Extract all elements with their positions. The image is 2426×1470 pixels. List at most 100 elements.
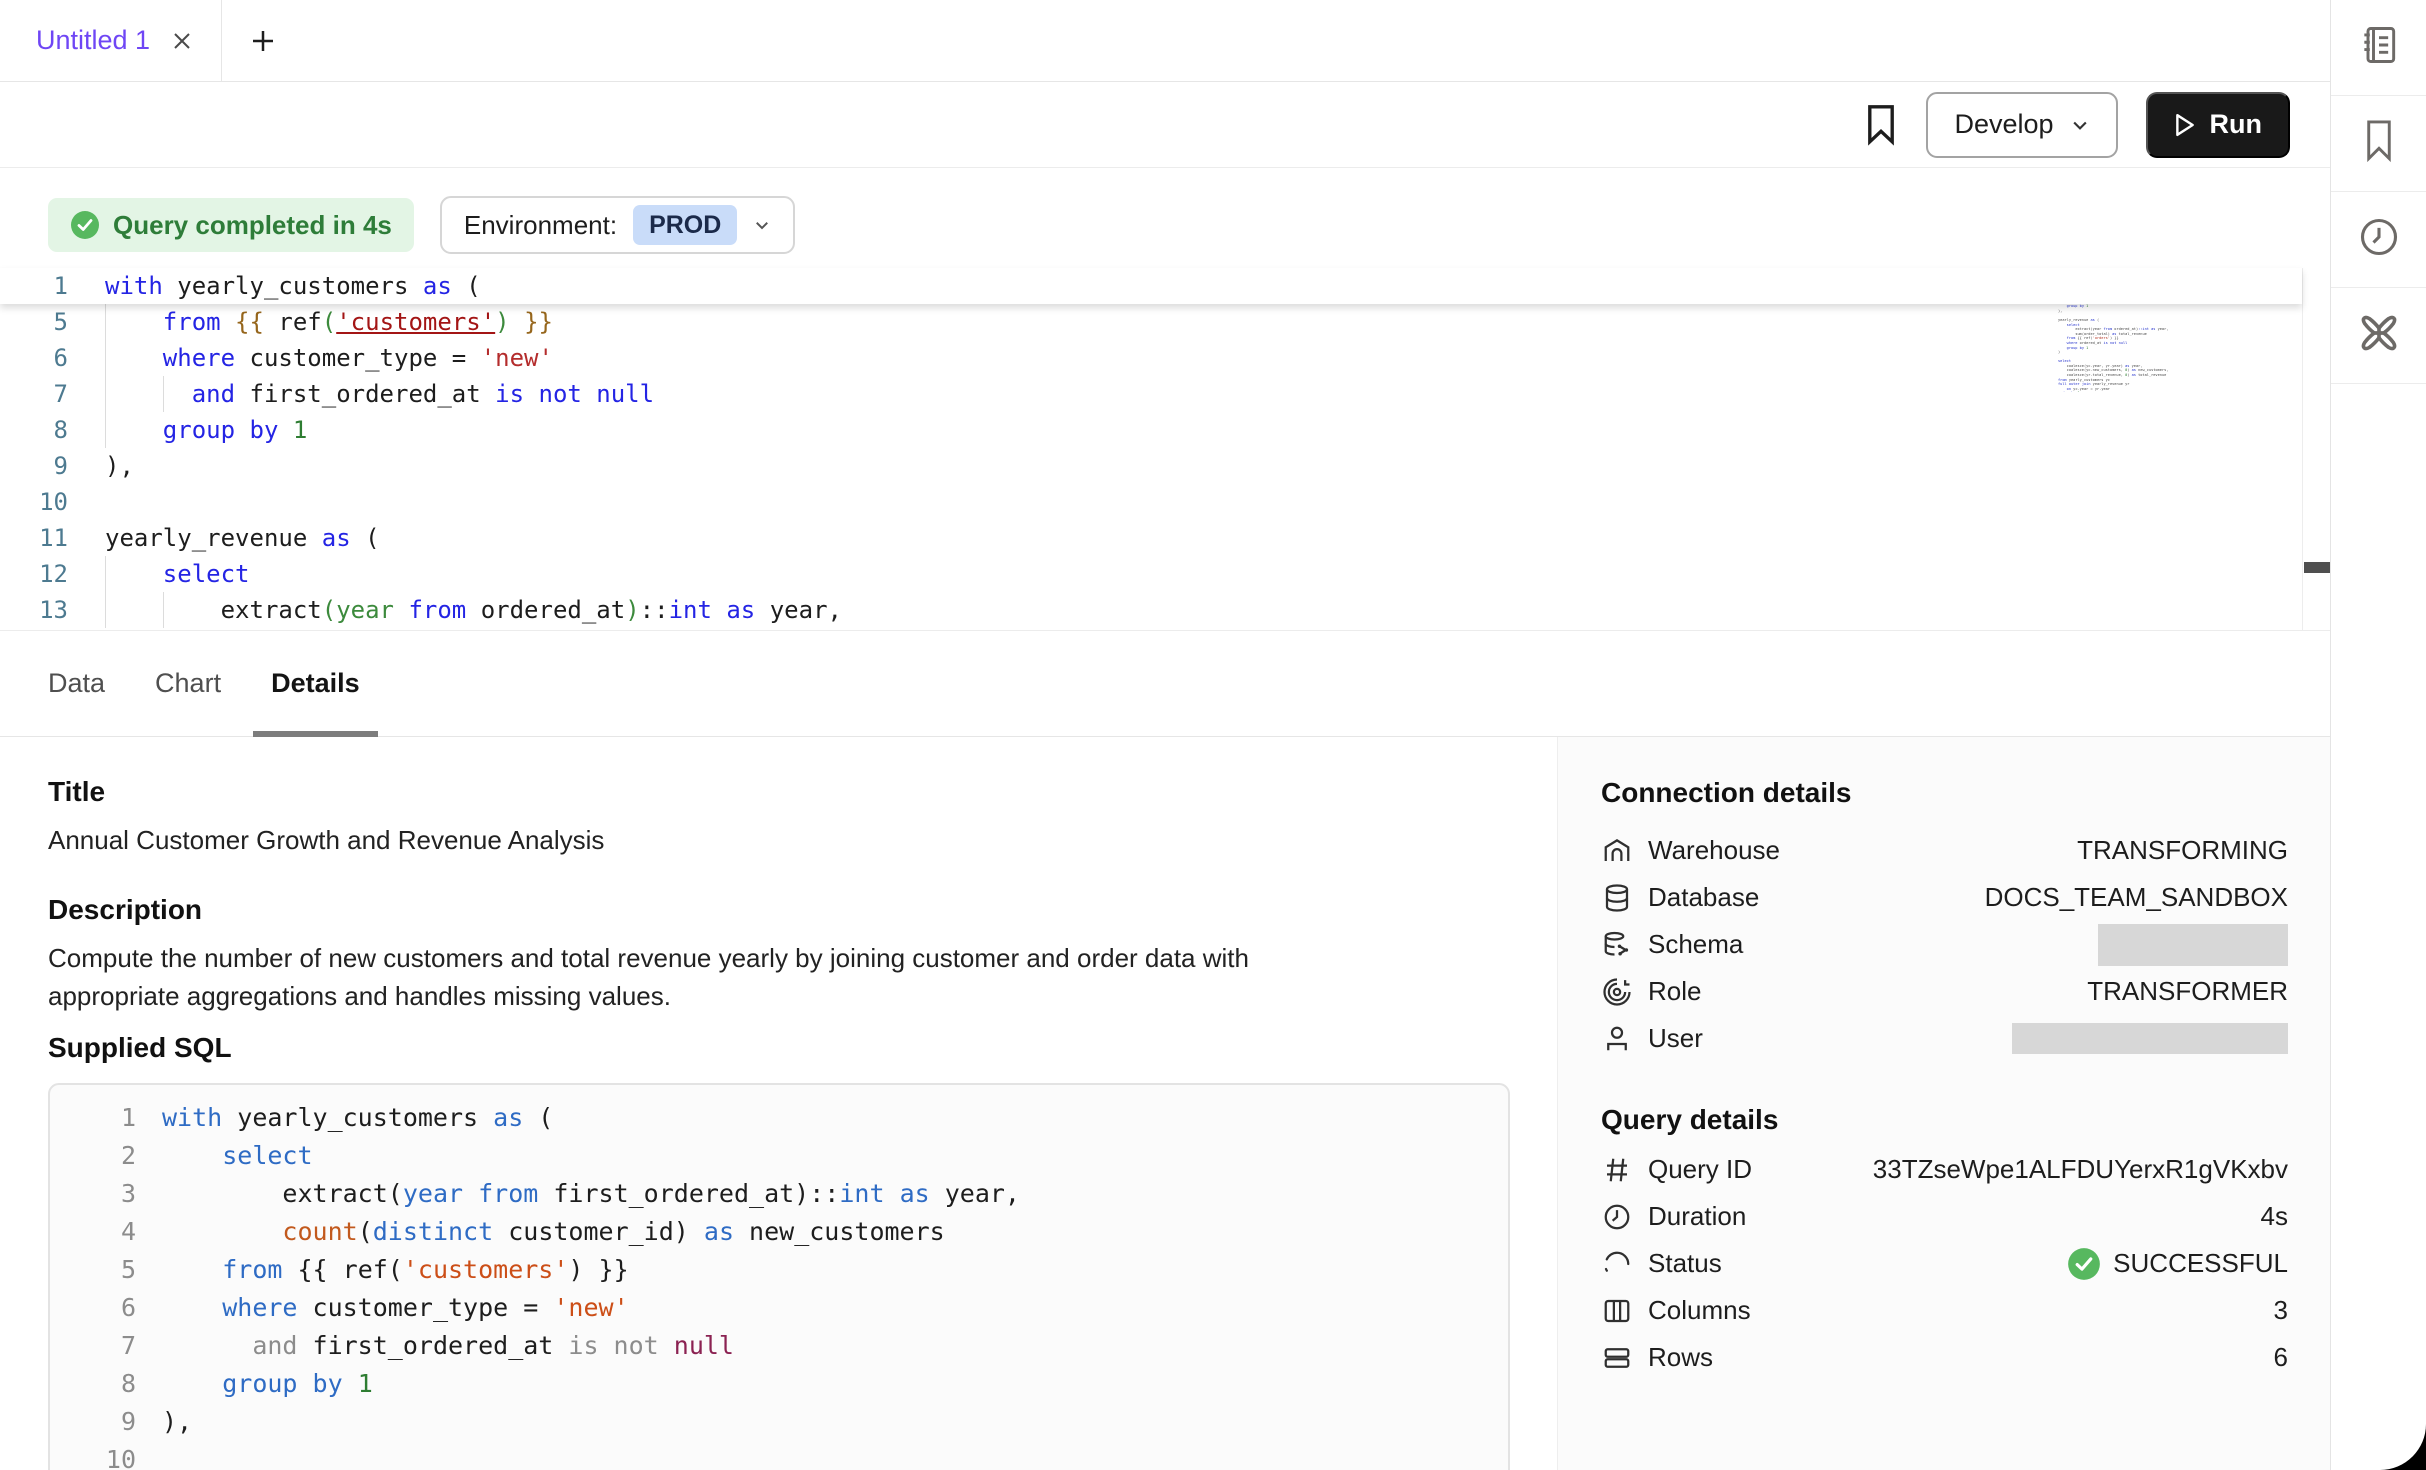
rows-icon [1601,1343,1633,1373]
code-text: with yearly_customers as ( [162,1099,553,1137]
new-tab-button[interactable] [222,0,278,81]
rail-button-lineage[interactable] [2331,288,2426,384]
code-line: 9), [70,1403,1508,1441]
code-text: extract(year from first_ordered_at)::int… [162,1175,1020,1213]
redacted-value [2098,924,2288,966]
code-text: group by 1 [162,1365,373,1403]
details-right-column: Connection details WarehouseTRANSFORMING… [1557,737,2330,1470]
line-number: 9 [70,1403,136,1441]
code-line: 6 where customer_type = 'new' [70,1289,1508,1327]
code-line: 12 select [0,556,2302,592]
check-circle-icon [70,210,100,240]
row-value: DOCS_TEAM_SANDBOX [1985,882,2288,913]
schema-icon [1601,930,1633,960]
tab-data[interactable]: Data [30,631,123,736]
editor-code-lines[interactable]: 1with yearly_customers as (5 from {{ ref… [0,268,2302,628]
indent-guide [105,592,106,628]
query-row-query-id: Query ID33TZseWpe1ALFDUYerxR1gVKxbv [1601,1146,2288,1193]
line-number: 7 [0,376,68,412]
code-text: select [105,556,250,592]
tab-untitled-1[interactable]: Untitled 1 [0,0,222,81]
editor-scrollbar[interactable] [2302,268,2330,630]
indent-guide [105,376,106,412]
results-tab-bar: DataChartDetails [0,630,2330,737]
details-left-column: Title Annual Customer Growth and Revenue… [0,737,1557,1470]
code-text: select [162,1137,313,1175]
code-text: where customer_type = 'new' [105,340,553,376]
spinner-icon [1601,1249,1633,1279]
rail-button-notebook[interactable] [2331,0,2426,96]
chevron-down-icon [2070,115,2090,135]
code-line: 10 [70,1441,1508,1470]
code-line: 4 count(distinct customer_id) as new_cus… [70,1213,1508,1251]
environment-select[interactable]: Environment: PROD [440,196,795,254]
details-panel: Title Annual Customer Growth and Revenue… [0,737,2330,1470]
bookmark-icon[interactable] [1864,104,1898,146]
bookmark-icon [2359,119,2399,168]
line-number: 4 [70,1213,136,1251]
code-line: 13 extract(year from ordered_at)::int as… [0,592,2302,628]
lineage-icon [2356,310,2402,361]
clock-icon [1601,1202,1633,1232]
tab-details[interactable]: Details [253,631,378,736]
line-number: 1 [70,1099,136,1137]
code-text: count(distinct customer_id) as new_custo… [162,1213,945,1251]
code-line: 11yearly_revenue as ( [0,520,2302,556]
code-line: 7 and first_ordered_at is not null [0,376,2302,412]
indent-guide [105,556,106,592]
line-number: 7 [70,1327,136,1365]
run-button[interactable]: Run [2146,92,2290,158]
description-value: Compute the number of new customers and … [48,939,1378,1015]
code-line: 2 select [70,1137,1508,1175]
query-row-status: StatusSUCCESSFUL [1601,1240,2288,1287]
code-line: 10 [0,484,2302,520]
line-number: 3 [70,1175,136,1213]
code-text: from {{ ref('customers') }} [162,1251,629,1289]
code-line: 8 group by 1 [70,1365,1508,1403]
row-label: Rows [1648,1342,1713,1373]
connection-row-role: RoleTRANSFORMER [1601,968,2288,1015]
title-heading: Title [48,775,1557,809]
row-label: Warehouse [1648,835,1780,866]
line-number: 6 [70,1289,136,1327]
develop-dropdown[interactable]: Develop [1926,92,2117,158]
line-number: 10 [70,1441,136,1470]
description-heading: Description [48,893,1557,927]
line-number: 2 [70,1137,136,1175]
indent-guide [105,340,106,376]
row-label: Schema [1648,929,1743,960]
main-area: Untitled 1 Develop Run [0,0,2330,1470]
row-label: Columns [1648,1295,1751,1326]
close-tab-icon[interactable] [170,29,194,53]
tab-label: Untitled 1 [36,25,150,56]
connection-row-user: User [1601,1015,2288,1062]
supplied-sql-heading: Supplied SQL [48,1031,1557,1065]
rail-button-history[interactable] [2331,192,2426,288]
right-sidebar [2330,0,2426,1470]
status-row: Query completed in 4s Environment: PROD [48,196,795,254]
line-number: 10 [0,484,68,520]
tab-chart[interactable]: Chart [137,631,239,736]
database-icon [1601,883,1633,913]
indent-guide [163,376,164,412]
supplied-sql-code-block: 1with yearly_customers as (2 select3 ext… [48,1083,1510,1470]
rail-button-bookmark[interactable] [2331,96,2426,192]
row-label: Role [1648,976,1701,1007]
row-label: Status [1648,1248,1722,1279]
indent-guide [163,592,164,628]
query-details-heading: Query details [1601,1100,2288,1140]
connection-details-rows: WarehouseTRANSFORMINGDatabaseDOCS_TEAM_S… [1601,827,2288,1062]
line-number: 5 [70,1251,136,1289]
row-label: Duration [1648,1201,1746,1232]
code-line: 8 group by 1 [0,412,2302,448]
app-root: Untitled 1 Develop Run [0,0,2426,1470]
query-details-rows: Query ID33TZseWpe1ALFDUYerxR1gVKxbv Durat… [1601,1146,2288,1381]
code-text: where customer_type = 'new' [162,1289,629,1327]
indent-guide [105,412,106,448]
line-number: 9 [0,448,68,484]
develop-label: Develop [1954,109,2053,140]
editor-scrollbar-thumb[interactable] [2304,562,2330,573]
notebook-icon [2357,23,2401,72]
role-icon [1601,977,1633,1007]
line-number: 12 [0,556,68,592]
